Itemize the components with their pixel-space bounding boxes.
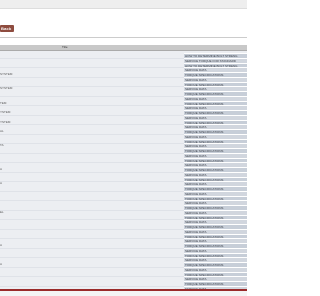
row-divider — [0, 285, 184, 287]
row-divider — [0, 219, 184, 221]
title-column-header[interactable]: Title — [62, 45, 68, 50]
row-divider — [0, 124, 184, 126]
row-divider — [0, 76, 184, 78]
row-label: YSTEM — [0, 110, 11, 114]
row-label: A — [0, 243, 3, 247]
back-button-label: Back — [1, 26, 12, 31]
row-label: AL — [0, 129, 4, 133]
row-divider — [0, 209, 184, 211]
row-label: A — [0, 262, 3, 266]
row-label: TEM — [0, 100, 7, 105]
footer-area — [0, 291, 247, 296]
row-label: YSTEM — [0, 119, 11, 124]
row-divider — [0, 247, 184, 249]
row-divider — [0, 114, 184, 116]
row-divider — [0, 276, 184, 278]
row-divider — [0, 190, 184, 192]
row-divider — [0, 57, 184, 59]
browser-top-strip — [0, 0, 247, 9]
row-label: A — [0, 167, 3, 171]
row-divider — [0, 257, 184, 259]
row-divider — [0, 86, 184, 88]
row-divider — [0, 181, 184, 183]
results-table: HOW TO DETERMINE BOLT STRENG SERVICE TORQ… — [0, 51, 247, 292]
row-divider — [0, 152, 184, 154]
row-divider — [0, 238, 184, 240]
toolbar: Back — [0, 24, 247, 34]
row-divider — [0, 162, 184, 164]
back-button[interactable]: Back — [0, 25, 14, 32]
row-divider — [0, 67, 184, 69]
row-divider — [0, 105, 184, 107]
row-divider — [0, 228, 184, 230]
row-divider — [0, 266, 184, 268]
row-divider — [0, 200, 184, 202]
row-divider — [0, 171, 184, 173]
row-label: SYSTEM — [0, 72, 13, 76]
row-divider — [0, 133, 184, 135]
row-divider — [0, 143, 184, 145]
row-divider — [0, 95, 184, 97]
